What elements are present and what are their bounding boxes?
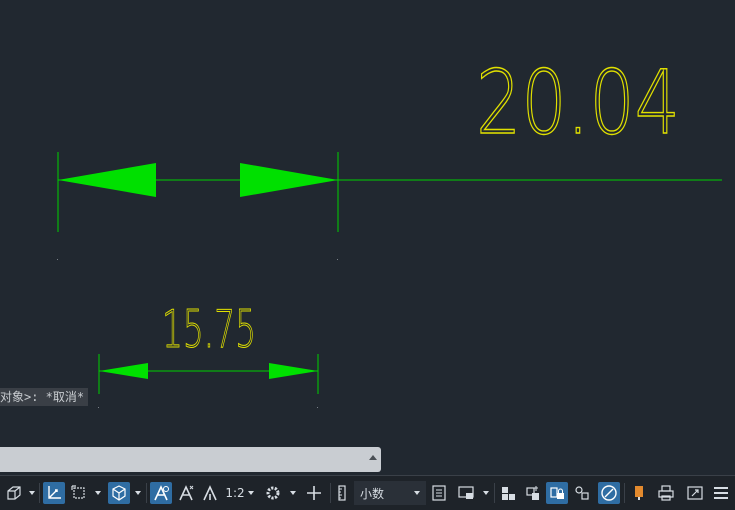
isolate-icon[interactable] xyxy=(498,482,518,504)
drawing-viewport[interactable]: 20.04 15.75 对象>: *取消* xyxy=(0,0,735,475)
arrowhead-left xyxy=(58,163,156,197)
chevron-down-icon[interactable] xyxy=(29,491,35,495)
snap-tracking-icon[interactable] xyxy=(43,482,65,504)
chevron-down-icon[interactable] xyxy=(483,491,489,495)
dimension-large[interactable]: 20.04 xyxy=(57,50,722,260)
dimension-small[interactable]: 15.75 xyxy=(98,300,319,408)
customization-icon[interactable] xyxy=(598,482,620,504)
annotation-visibility-icon[interactable] xyxy=(150,482,172,504)
chevron-down-icon[interactable] xyxy=(135,491,141,495)
quick-properties-icon[interactable] xyxy=(429,482,449,504)
separator xyxy=(624,483,625,503)
units-dropdown[interactable]: 小数 xyxy=(354,481,426,505)
dimension-text-large[interactable]: 20.04 xyxy=(475,50,680,154)
arrowhead-right xyxy=(269,363,318,379)
annotation-scale-label: 1:2 xyxy=(225,486,245,500)
auto-scale-icon[interactable] xyxy=(175,482,197,504)
separator xyxy=(330,483,331,503)
def-point xyxy=(337,259,338,260)
def-point xyxy=(98,407,99,408)
def-point xyxy=(57,259,58,260)
command-history-toggle-icon[interactable] xyxy=(369,455,377,460)
separator xyxy=(146,483,147,503)
separator xyxy=(39,483,40,503)
crosshair-icon[interactable] xyxy=(303,482,325,504)
units-label: 小数 xyxy=(360,487,385,501)
dimension-text-small[interactable]: 15.75 xyxy=(162,300,257,361)
plot-icon[interactable] xyxy=(655,482,677,504)
def-point xyxy=(317,407,318,408)
chevron-down-icon[interactable] xyxy=(248,491,254,495)
separator xyxy=(494,483,495,503)
chevron-down-icon[interactable] xyxy=(414,491,420,495)
chevron-down-icon[interactable] xyxy=(290,491,296,495)
annotation-scale-icon[interactable] xyxy=(200,482,220,504)
selection-cycling-icon[interactable] xyxy=(68,482,90,504)
arrowhead-left xyxy=(99,363,148,379)
command-line-input[interactable] xyxy=(0,447,381,472)
fullscreen-icon[interactable] xyxy=(684,482,706,504)
command-history: 对象>: *取消* xyxy=(0,388,89,406)
hardware-accel-icon[interactable] xyxy=(522,482,544,504)
annotation-scale-value[interactable]: 1:2 xyxy=(224,482,246,504)
graphics-performance-icon[interactable] xyxy=(455,482,477,504)
isolate-objects-icon[interactable] xyxy=(3,482,25,504)
clean-screen-icon[interactable] xyxy=(571,482,593,504)
units-ruler-icon xyxy=(333,482,351,504)
arrowhead-right xyxy=(240,163,338,197)
menu-icon[interactable] xyxy=(710,482,732,504)
drawing-canvas[interactable]: 20.04 15.75 xyxy=(0,0,735,475)
workspace-gear-icon[interactable] xyxy=(262,482,284,504)
chevron-down-icon[interactable] xyxy=(95,491,101,495)
lock-ui-icon[interactable] xyxy=(546,482,568,504)
3d-osnap-icon[interactable] xyxy=(108,482,130,504)
status-bar: 1:2 小数 xyxy=(0,475,735,510)
performance-icon[interactable] xyxy=(628,482,650,504)
